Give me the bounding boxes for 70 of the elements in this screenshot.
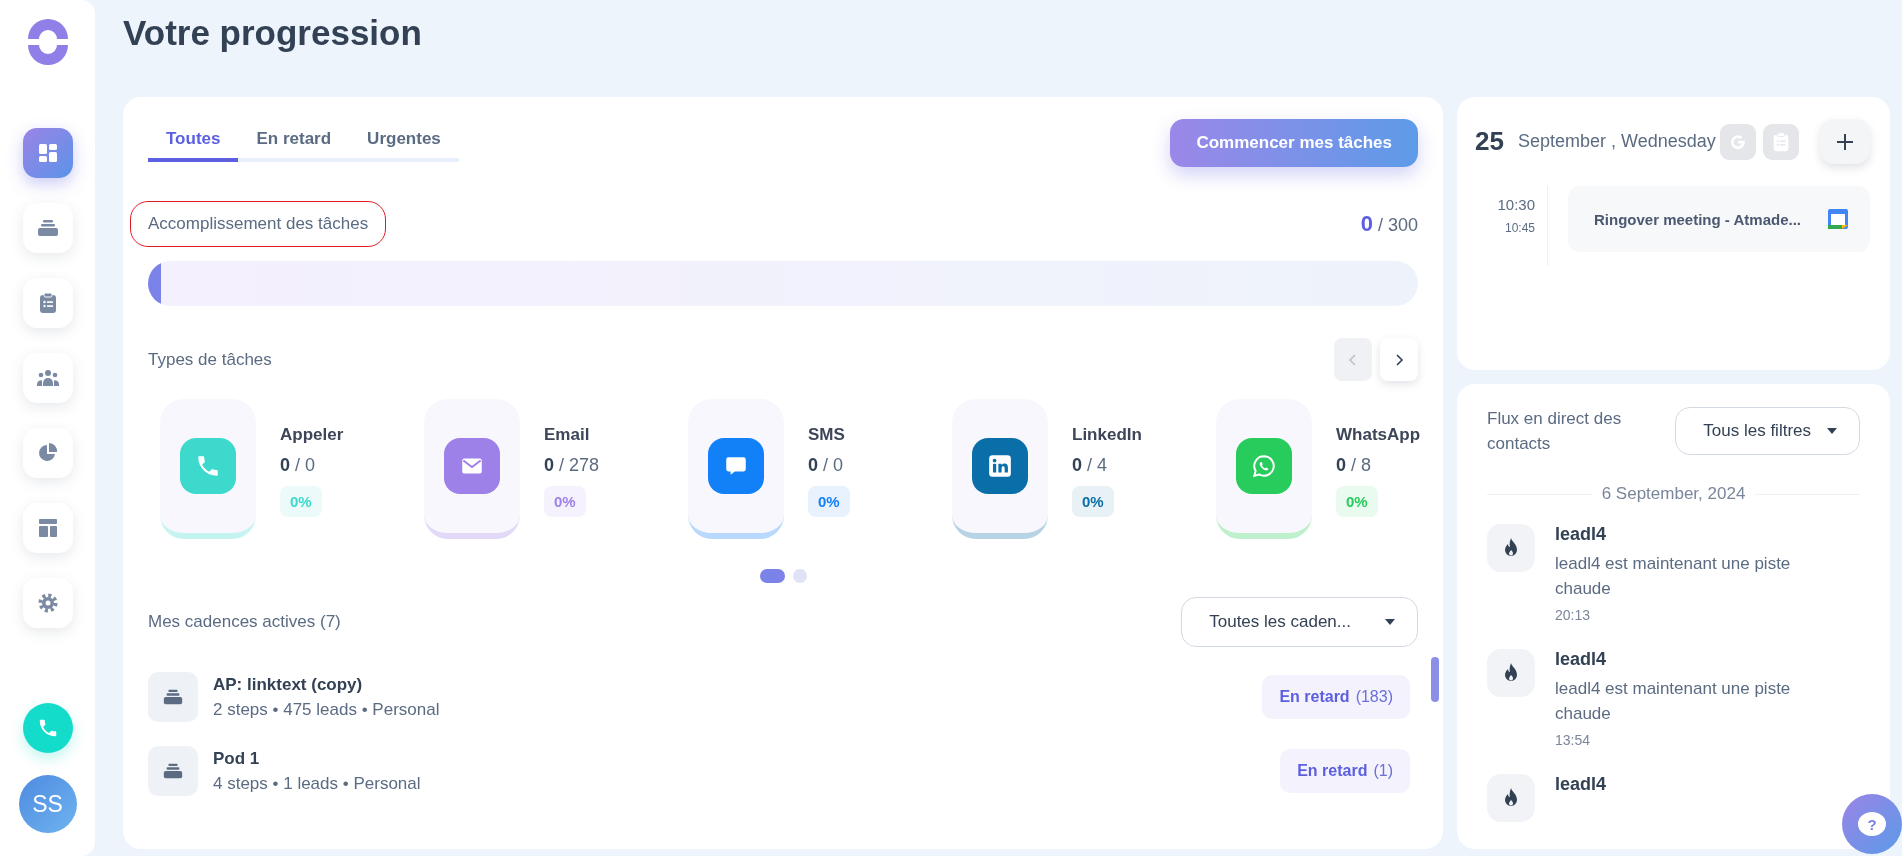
phone-icon bbox=[195, 453, 221, 479]
percent-badge: 0% bbox=[808, 486, 850, 517]
caret-icon bbox=[1827, 428, 1837, 434]
filter-tab[interactable]: En retard bbox=[238, 123, 350, 162]
lead-name[interactable]: leadl4 bbox=[1555, 649, 1835, 670]
cadence-name[interactable]: Pod 1 bbox=[213, 748, 1266, 769]
task-type-tile[interactable] bbox=[952, 399, 1048, 539]
task-type-tile[interactable] bbox=[424, 399, 520, 539]
completion-label: Accomplissement des tâches bbox=[130, 201, 387, 247]
task-type-count: 0 / 0 bbox=[808, 455, 844, 476]
percent-badge: 0% bbox=[544, 486, 586, 517]
event-start-time: 10:30 bbox=[1497, 196, 1535, 213]
task-type-name: SMS bbox=[808, 425, 845, 445]
overdue-button[interactable]: En retard (1) bbox=[1280, 749, 1410, 793]
percent-badge: 0% bbox=[280, 486, 322, 517]
cadence-name[interactable]: AP: linktext (copy) bbox=[213, 674, 1248, 695]
completion-count: 0 / 300 bbox=[1360, 211, 1418, 237]
whatsapp-icon bbox=[1251, 453, 1277, 479]
overdue-button[interactable]: En retard (183) bbox=[1262, 675, 1410, 719]
section-title: Types de tâches bbox=[148, 349, 272, 370]
task-type-name: Appeler bbox=[280, 425, 344, 445]
filter-tab[interactable]: Urgentes bbox=[349, 123, 459, 162]
scrollbar-thumb[interactable] bbox=[1431, 657, 1439, 702]
sidebar-nav-button[interactable] bbox=[22, 353, 73, 403]
task-type-tile[interactable] bbox=[688, 399, 784, 539]
sidebar-nav-button[interactable] bbox=[22, 203, 73, 253]
section-title: Mes cadences actives (7) bbox=[148, 612, 341, 632]
event-card[interactable]: Ringover meeting - Atmade... bbox=[1568, 186, 1870, 252]
sidebar-nav-button[interactable] bbox=[22, 278, 73, 328]
sidebar-nav-button[interactable] bbox=[22, 428, 73, 478]
calendar-icon bbox=[1826, 207, 1850, 231]
filter-tab[interactable]: Toutes bbox=[148, 123, 239, 162]
plus-icon bbox=[1835, 131, 1855, 152]
feed-date: 6 September, 2024 bbox=[1487, 484, 1860, 504]
task-type-count: 0 / 4 bbox=[1072, 455, 1108, 476]
task-type-tile[interactable] bbox=[1216, 399, 1312, 539]
percent-badge: 0% bbox=[1072, 486, 1114, 517]
task-type-tile[interactable] bbox=[160, 399, 256, 539]
feed-time: 20:13 bbox=[1555, 607, 1592, 623]
page-title: Votre progression bbox=[123, 12, 423, 54]
cadence-filter-dropdown[interactable]: Toutes les caden... bbox=[1181, 597, 1418, 647]
calendar-day: 25 bbox=[1475, 126, 1504, 157]
add-event-button[interactable] bbox=[1820, 119, 1870, 164]
task-type-name: LinkedIn bbox=[1072, 425, 1142, 445]
sidebar-nav-button[interactable] bbox=[22, 128, 73, 178]
event-end-time: 10:45 bbox=[1504, 221, 1535, 235]
cadence-details: 2 steps • 475 leads • Personal bbox=[213, 699, 441, 720]
event-title: Ringover meeting - Atmade... bbox=[1594, 210, 1801, 228]
feed-message: leadl4 est maintenant une piste chaude bbox=[1555, 553, 1792, 600]
sidebar-nav-button[interactable] bbox=[22, 578, 73, 628]
task-type-count: 0 / 278 bbox=[544, 455, 600, 476]
task-type-count: 0 / 0 bbox=[280, 455, 316, 476]
calendar-date: September , Wednesday bbox=[1517, 131, 1716, 152]
phone-button[interactable] bbox=[22, 703, 73, 753]
sidebar-nav-button[interactable] bbox=[22, 503, 73, 553]
lead-name[interactable]: leadl4 bbox=[1555, 774, 1607, 795]
task-type-count: 0 / 8 bbox=[1336, 455, 1372, 476]
cadence-details: 4 steps • 1 leads • Personal bbox=[213, 773, 422, 794]
task-type-name: WhatsApp bbox=[1336, 425, 1421, 445]
lead-name[interactable]: leadl4 bbox=[1555, 524, 1835, 545]
feed-filter-dropdown[interactable]: Tous les filtres bbox=[1675, 407, 1860, 455]
page-dot[interactable] bbox=[792, 569, 807, 583]
task-type-name: Email bbox=[544, 425, 590, 445]
feed-time: 13:54 bbox=[1555, 732, 1592, 748]
feed-title: Flux en direct des contacts bbox=[1487, 408, 1623, 455]
linkedin-icon bbox=[987, 453, 1013, 479]
help-button[interactable]: ? bbox=[1842, 794, 1902, 854]
feed-message: leadl4 est maintenant une piste chaude bbox=[1555, 678, 1792, 725]
percent-badge: 0% bbox=[1336, 486, 1378, 517]
caret-icon bbox=[1385, 619, 1395, 625]
